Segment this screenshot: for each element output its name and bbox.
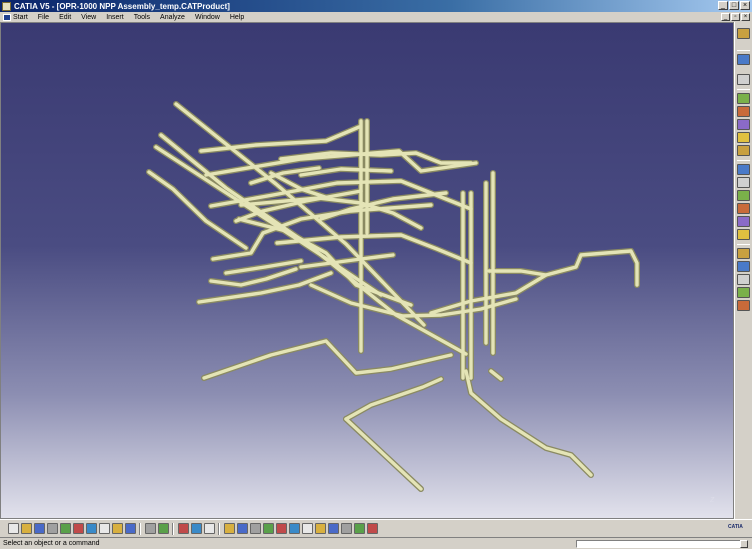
graph-tree-icon[interactable]: [737, 145, 750, 156]
toolbar-separator: [737, 160, 750, 161]
rotate-icon[interactable]: [263, 523, 274, 534]
iso-view-icon[interactable]: [315, 523, 326, 534]
status-message: Select an object or a command: [3, 540, 100, 547]
menu-help[interactable]: Help: [225, 14, 249, 21]
update-icon[interactable]: [737, 229, 750, 240]
3d-viewport[interactable]: [0, 22, 734, 519]
print-icon[interactable]: [47, 523, 58, 534]
toolbar-separator: [737, 50, 750, 51]
catia-app-icon: [2, 1, 11, 11]
command-input[interactable]: [576, 540, 748, 548]
maximize-button[interactable]: □: [729, 1, 739, 10]
redo-icon[interactable]: [112, 523, 123, 534]
knowledge-icon[interactable]: [158, 523, 169, 534]
menu-window[interactable]: Window: [190, 14, 225, 21]
formula-icon[interactable]: [145, 523, 156, 534]
catia-logo: CATIA: [728, 524, 743, 530]
toolbar-separator: [139, 523, 141, 535]
minimize-button[interactable]: _: [718, 1, 728, 10]
close-button[interactable]: ×: [740, 1, 750, 10]
pipe-assembly-model[interactable]: [1, 23, 734, 519]
doc-close-button[interactable]: ×: [741, 13, 750, 21]
new-icon[interactable]: [8, 523, 19, 534]
menu-analyze[interactable]: Analyze: [155, 14, 190, 21]
clash-icon[interactable]: [737, 261, 750, 272]
sectioning-icon[interactable]: [737, 274, 750, 285]
space-analysis-icon[interactable]: [737, 300, 750, 311]
copy-icon[interactable]: [73, 523, 84, 534]
explode-icon[interactable]: [737, 248, 750, 259]
status-bar: Select an object or a command: [0, 537, 752, 549]
menu-start-label: Start: [13, 13, 28, 21]
pan-icon[interactable]: [250, 523, 261, 534]
title-bar: CATIA V5 - [OPR-1000 NPP Assembly_temp.C…: [0, 0, 752, 12]
pipe-segment-shadow: [201, 338, 454, 381]
start-logo-icon: [3, 13, 11, 21]
pipe-segment[interactable]: [344, 417, 423, 491]
toolbar-separator: [737, 89, 750, 90]
layer-icon[interactable]: [367, 523, 378, 534]
menu-bar: Start File Edit View Insert Tools Analyz…: [0, 12, 752, 22]
menu-view[interactable]: View: [76, 14, 101, 21]
snap-icon[interactable]: [737, 74, 750, 85]
fix-icon[interactable]: [737, 190, 750, 201]
offset-icon[interactable]: [737, 203, 750, 214]
toolbar-separator: [172, 523, 174, 535]
menu-tools[interactable]: Tools: [129, 14, 155, 21]
command-dropdown-button[interactable]: [740, 540, 748, 548]
window-title: CATIA V5 - [OPR-1000 NPP Assembly_temp.C…: [14, 1, 230, 11]
bottom-toolbar: [0, 519, 752, 537]
component-icon[interactable]: [737, 106, 750, 117]
shading-icon[interactable]: [328, 523, 339, 534]
existing-component-icon[interactable]: [737, 119, 750, 130]
toolbar-separator: [218, 523, 220, 535]
undo-icon[interactable]: [99, 523, 110, 534]
replace-icon[interactable]: [737, 132, 750, 143]
hide-show-icon[interactable]: [341, 523, 352, 534]
menu-insert[interactable]: Insert: [101, 14, 129, 21]
select-arrow-icon[interactable]: [737, 54, 750, 65]
right-toolbar: [734, 22, 752, 519]
axis-compass-icon[interactable]: z: [710, 494, 715, 504]
menu-start[interactable]: Start: [0, 13, 33, 21]
open-icon[interactable]: [21, 523, 32, 534]
constraint-icon[interactable]: [737, 177, 750, 188]
fly-mode-icon[interactable]: [224, 523, 235, 534]
pipe-segment-shadow: [463, 368, 594, 478]
toolbar-separator: [737, 244, 750, 245]
menu-edit[interactable]: Edit: [54, 14, 76, 21]
normal-view-icon[interactable]: [302, 523, 313, 534]
compass-icon[interactable]: [737, 28, 750, 39]
pipe-segment-shadow: [173, 101, 427, 328]
bulb-icon[interactable]: [737, 287, 750, 298]
save-icon[interactable]: [34, 523, 45, 534]
catalog-icon[interactable]: [178, 523, 189, 534]
doc-restore-button[interactable]: ▫: [731, 13, 740, 21]
zoom-out-icon[interactable]: [289, 523, 300, 534]
paste-icon[interactable]: [86, 523, 97, 534]
properties-icon[interactable]: [191, 523, 202, 534]
measure-icon[interactable]: [204, 523, 215, 534]
doc-minimize-button[interactable]: _: [721, 13, 730, 21]
whats-this-icon[interactable]: [125, 523, 136, 534]
cut-icon[interactable]: [60, 523, 71, 534]
angle-icon[interactable]: [737, 216, 750, 227]
zoom-in-icon[interactable]: [276, 523, 287, 534]
menu-file[interactable]: File: [33, 14, 54, 21]
product-icon[interactable]: [737, 93, 750, 104]
pipe-segment[interactable]: [299, 253, 395, 269]
fit-all-icon[interactable]: [237, 523, 248, 534]
manipulation-icon[interactable]: [737, 164, 750, 175]
swap-visible-icon[interactable]: [354, 523, 365, 534]
